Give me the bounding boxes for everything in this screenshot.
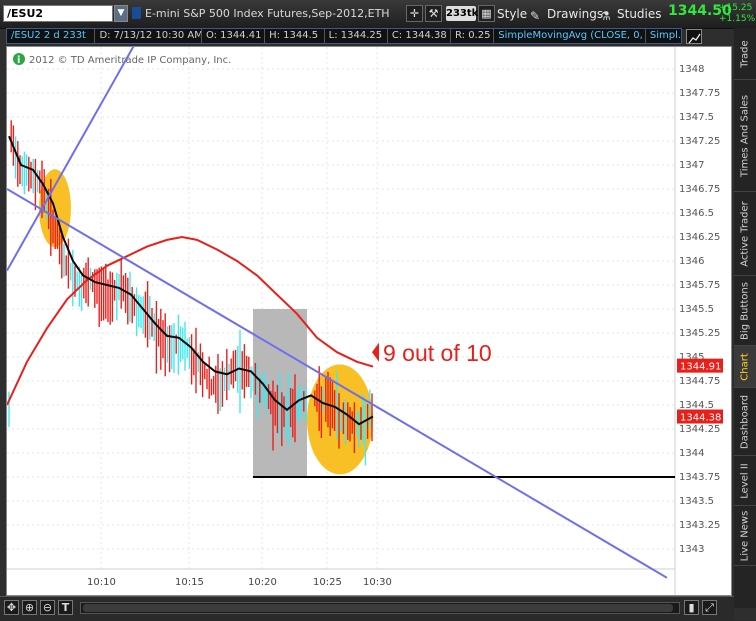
side-tab-level-ii[interactable]: Level II [734,456,756,506]
info-high: H: 1344.5 [265,29,325,43]
side-tab-active-trader[interactable]: Active Trader [734,192,756,276]
price-axis-label: 1347.5 [679,112,714,123]
last-price-marker: 1344.38 [680,413,721,424]
side-tab-dashboard[interactable]: Dashboard [734,388,756,456]
side-tab-big-buttons[interactable]: Big Buttons [734,276,756,346]
info-study[interactable]: SimpleMovingAvg (CLOSE, 0, 0) [494,29,646,43]
copyright-text: 2012 © TD Ameritrade IP Company, Inc. [29,55,231,66]
chart-info-bar: /ESU2 2 d 233t D: 7/13/12 10:30 AM O: 13… [6,28,682,44]
price-axis-label: 1344.5 [679,400,714,411]
grid-icon[interactable]: ▦ [478,5,495,22]
info-range: R: 0.25 [451,29,495,43]
side-tab-trade[interactable]: Trade [734,28,756,80]
flag-icon [132,7,141,19]
time-axis-label: 10:10 [87,577,116,588]
side-tab-label: Level II [739,462,751,499]
price-axis-label: 1345.5 [679,304,714,315]
chart-panel[interactable]: 9 out of 10 i 2012 © TD Ameritrade IP Comp… [6,46,732,596]
falling-trendline [7,188,668,579]
top-toolbar: /ESU2 ▼ E-mini S&P 500 Index Futures,Sep… [0,0,756,29]
info-symbol[interactable]: /ESU2 2 d 233t [7,29,96,43]
side-tab-label: Live News [739,510,751,561]
app-window: /ESU2 ▼ E-mini S&P 500 Index Futures,Sep… [0,0,756,621]
price-axis-label: 1346.5 [679,208,714,219]
price-axis-label: 1344.25 [679,424,720,435]
price-axis-label: 1345.75 [679,280,720,291]
beaker-icon: ⚗ [600,9,611,23]
price-axis-label: 1345.25 [679,328,720,339]
price-axis-label: 1347.75 [679,88,720,99]
info-study-2[interactable]: Simpl... [646,29,681,43]
style-label: Style [497,7,528,21]
time-axis-label: 10:20 [248,577,277,588]
price-axis-label: 1344 [679,448,704,459]
price-axis-label: 1346 [679,256,704,267]
price-axis-label: 1343.25 [679,520,720,531]
info-open: O: 1344.41 [202,29,266,43]
text-tool-icon[interactable]: T [58,600,73,615]
side-tab-times-and-sales[interactable]: Times And Sales [734,80,756,192]
time-axis-label: 10:30 [363,577,392,588]
side-tab-label: Dashboard [739,394,751,449]
bottom-toolbar: ✥ ⊕ ⊖ T ▮ ⤢ [0,596,734,621]
chart-settings-button[interactable] [686,29,702,44]
crosshair-icon[interactable]: ✛ [406,5,423,22]
wrench-icon[interactable]: ⚒ [425,5,442,22]
side-tab-chart[interactable]: Chart [734,346,756,388]
side-tab-strip: Trade Times And Sales Active Trader Big But… [734,28,756,608]
studies-label: Studies [617,7,662,21]
price-axis-label: 1344.75 [679,376,720,387]
pencil-icon: ✎ [530,9,541,23]
side-tab-label: Times And Sales [739,94,751,177]
studies-button[interactable]: ⚗ Studies [600,6,662,23]
time-axis-label: 10:15 [175,577,204,588]
price-axis-label: 1346.75 [679,184,720,195]
style-button[interactable]: Style [497,6,527,22]
side-tab-label: Big Buttons [739,281,751,340]
price-axis-label: 1347.25 [679,136,720,147]
info-icon-letter: i [17,55,20,66]
percent-change: +1.15% [719,14,756,24]
instrument-title: E-mini S&P 500 Index Futures,Sep-2012,ET… [145,7,390,20]
drawings-button[interactable]: ✎ Drawings [530,6,604,23]
symbol-dropdown-button[interactable]: ▼ [114,5,128,22]
annotation-arrow [372,342,379,362]
price-axis-label: 1348 [679,64,704,75]
pan-icon[interactable]: ✥ [4,600,19,615]
time-axis-label: 10:25 [313,577,342,588]
expand-icon[interactable]: ⤢ [702,600,717,615]
aggregation-selector[interactable]: 233tk [446,6,478,21]
price-chart[interactable]: 9 out of 10 i 2012 © TD Ameritrade IP Comp… [7,47,731,595]
info-close: C: 1344.38 [388,29,451,43]
net-change: +15.25 [719,3,753,13]
symbol-input[interactable]: /ESU2 [3,5,113,22]
zoom-in-icon[interactable]: ⊕ [22,600,37,615]
annotation-text: 9 out of 10 [383,340,492,366]
line-chart-icon [688,33,701,44]
price-axis-label: 1347 [679,160,704,171]
ma-price-marker: 1344.91 [680,362,721,373]
price-axis-label: 1343.75 [679,472,720,483]
zoom-out-icon[interactable]: ⊖ [40,600,55,615]
info-low: L: 1344.25 [325,29,388,43]
side-tab-label: Chart [739,352,751,381]
drawings-label: Drawings [547,7,604,21]
side-tab-live-news[interactable]: Live News [734,506,756,566]
horizontal-scrollbar[interactable] [80,602,680,614]
side-tab-label: Active Trader [739,200,751,267]
price-axis-label: 1343 [679,544,704,555]
scrollbar-thumb[interactable] [83,604,673,612]
price-axis-label: 1346.25 [679,232,720,243]
info-datetime: D: 7/13/12 10:30 AM [95,29,202,43]
scroll-end-icon[interactable]: ▮ [684,600,699,615]
price-axis-label: 1343.5 [679,496,714,507]
side-tab-label: Trade [739,39,751,68]
